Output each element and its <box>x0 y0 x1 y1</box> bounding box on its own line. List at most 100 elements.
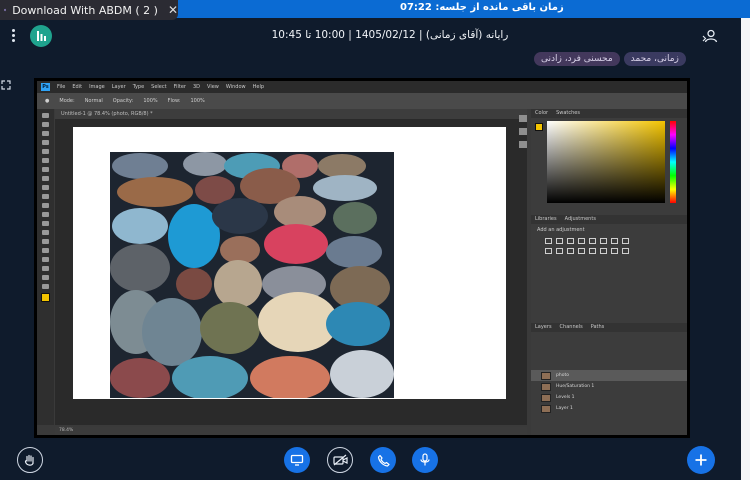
add-button[interactable] <box>687 446 715 474</box>
microphone-button[interactable] <box>412 447 438 473</box>
right-panels: Color Swatches Libraries Adjustments Add… <box>531 109 687 435</box>
color-lookup-icon[interactable] <box>567 248 574 254</box>
selective-color-icon[interactable] <box>622 248 629 254</box>
heal-tool-icon[interactable] <box>42 167 49 172</box>
brightness-icon[interactable] <box>545 238 552 244</box>
document-canvas[interactable] <box>73 127 506 399</box>
channel-mixer-icon[interactable] <box>556 248 563 254</box>
document-tab[interactable]: Untitled-1 @ 78.4% (photo, RGB/8) * <box>55 109 527 119</box>
crop-tool-icon[interactable] <box>42 149 49 154</box>
menu-item-image[interactable]: Image <box>89 84 105 90</box>
layer-name: photo <box>556 373 569 378</box>
status-bar: 78.4% <box>55 427 527 435</box>
brush-tool-icon[interactable] <box>42 176 49 181</box>
move-tool-icon[interactable] <box>42 113 49 118</box>
adjustments-panel: Libraries Adjustments Add an adjustment <box>531 215 687 315</box>
bars-logo-icon <box>37 31 46 41</box>
tab-adjustments[interactable]: Adjustments <box>565 215 596 224</box>
brush-icon[interactable]: ● <box>45 98 49 104</box>
history-panel-icon[interactable] <box>519 115 527 122</box>
tab-paths[interactable]: Paths <box>591 323 605 332</box>
raise-hand-button[interactable] <box>17 447 43 473</box>
tab-layers[interactable]: Layers <box>535 323 552 332</box>
adjust-panel-icon[interactable] <box>519 141 527 148</box>
camera-button[interactable] <box>327 447 353 473</box>
wand-tool-icon[interactable] <box>42 140 49 145</box>
color-swatch[interactable] <box>535 123 543 131</box>
hue-saturation-icon[interactable] <box>600 238 607 244</box>
expand-icon[interactable] <box>1 80 11 90</box>
microphone-icon <box>420 453 430 466</box>
presenter-chip[interactable]: محسنی فرد، زادنی <box>534 52 620 66</box>
layer-thumbnail <box>541 404 551 413</box>
menu-item-view[interactable]: View <box>207 84 219 90</box>
layer-row[interactable]: Levels 1 <box>531 392 687 403</box>
menu-item-help[interactable]: Help <box>253 84 264 90</box>
adjustments-title: Add an adjustment <box>537 227 585 233</box>
close-icon[interactable]: ✕ <box>168 3 178 17</box>
posterize-icon[interactable] <box>589 248 596 254</box>
menu-item-file[interactable]: File <box>57 84 65 90</box>
threshold-icon[interactable] <box>600 248 607 254</box>
layer-row[interactable]: photo <box>531 370 687 381</box>
flow-label: Flow: <box>167 98 181 104</box>
gradient-map-icon[interactable] <box>611 248 618 254</box>
curves-icon[interactable] <box>567 238 574 244</box>
menu-item-filter[interactable]: Filter <box>174 84 186 90</box>
menu-item-type[interactable]: Type <box>133 84 144 90</box>
presenter-chip[interactable]: زمانی، محمد <box>623 52 686 66</box>
lasso-tool-icon[interactable] <box>42 131 49 136</box>
flow-value[interactable]: 100% <box>190 98 204 104</box>
gradient-tool-icon[interactable] <box>42 212 49 217</box>
side-panel-edge <box>741 18 750 480</box>
hand-tool-icon[interactable] <box>42 275 49 280</box>
tab-libraries[interactable]: Libraries <box>535 215 557 224</box>
menu-item-select[interactable]: Select <box>151 84 166 90</box>
pen-tool-icon[interactable] <box>42 239 49 244</box>
blur-tool-icon[interactable] <box>42 221 49 226</box>
opacity-value[interactable]: 100% <box>143 98 157 104</box>
properties-panel-icon[interactable] <box>519 128 527 135</box>
user-icon[interactable] <box>702 28 718 44</box>
dodge-tool-icon[interactable] <box>42 230 49 235</box>
exposure-icon[interactable] <box>578 238 585 244</box>
menu-item-window[interactable]: Window <box>226 84 246 90</box>
stamp-tool-icon[interactable] <box>42 185 49 190</box>
tools-panel <box>37 109 54 425</box>
more-menu-icon[interactable] <box>8 27 18 45</box>
tab-channels[interactable]: Channels <box>560 323 583 332</box>
shape-tool-icon[interactable] <box>42 266 49 271</box>
download-title: Download With ABDM ( 2 ) <box>12 3 158 17</box>
tab-swatches[interactable]: Swatches <box>556 109 580 118</box>
color-balance-icon[interactable] <box>611 238 618 244</box>
layer-row[interactable]: Layer 1 <box>531 403 687 414</box>
foreground-color-swatch[interactable] <box>41 293 50 302</box>
menu-item-edit[interactable]: Edit <box>72 84 82 90</box>
marquee-tool-icon[interactable] <box>42 122 49 127</box>
eyedropper-tool-icon[interactable] <box>42 158 49 163</box>
layer-name: Levels 1 <box>556 395 575 400</box>
black-white-icon[interactable] <box>622 238 629 244</box>
layer-name: Hue/Saturation 1 <box>556 384 595 389</box>
vibrance-icon[interactable] <box>589 238 596 244</box>
path-select-icon[interactable] <box>42 257 49 262</box>
canvas-area[interactable] <box>55 119 527 425</box>
share-screen-button[interactable] <box>284 447 310 473</box>
call-button[interactable] <box>370 447 396 473</box>
download-notification[interactable]: Download With ABDM ( 2 ) ✕ <box>0 0 178 20</box>
layer-row[interactable]: Hue/Saturation 1 <box>531 381 687 392</box>
history-brush-icon[interactable] <box>42 194 49 199</box>
photo-filter-icon[interactable] <box>545 248 552 254</box>
hue-slider[interactable] <box>670 121 676 203</box>
invert-icon[interactable] <box>578 248 585 254</box>
hand-icon <box>24 454 34 466</box>
mode-value[interactable]: Normal <box>85 98 103 104</box>
zoom-tool-icon[interactable] <box>42 284 49 289</box>
type-tool-icon[interactable] <box>42 248 49 253</box>
color-picker-field[interactable] <box>547 121 665 203</box>
levels-icon[interactable] <box>556 238 563 244</box>
menu-item-layer[interactable]: Layer <box>112 84 126 90</box>
tab-color[interactable]: Color <box>535 109 548 118</box>
eraser-tool-icon[interactable] <box>42 203 49 208</box>
menu-item-3d[interactable]: 3D <box>193 84 200 90</box>
